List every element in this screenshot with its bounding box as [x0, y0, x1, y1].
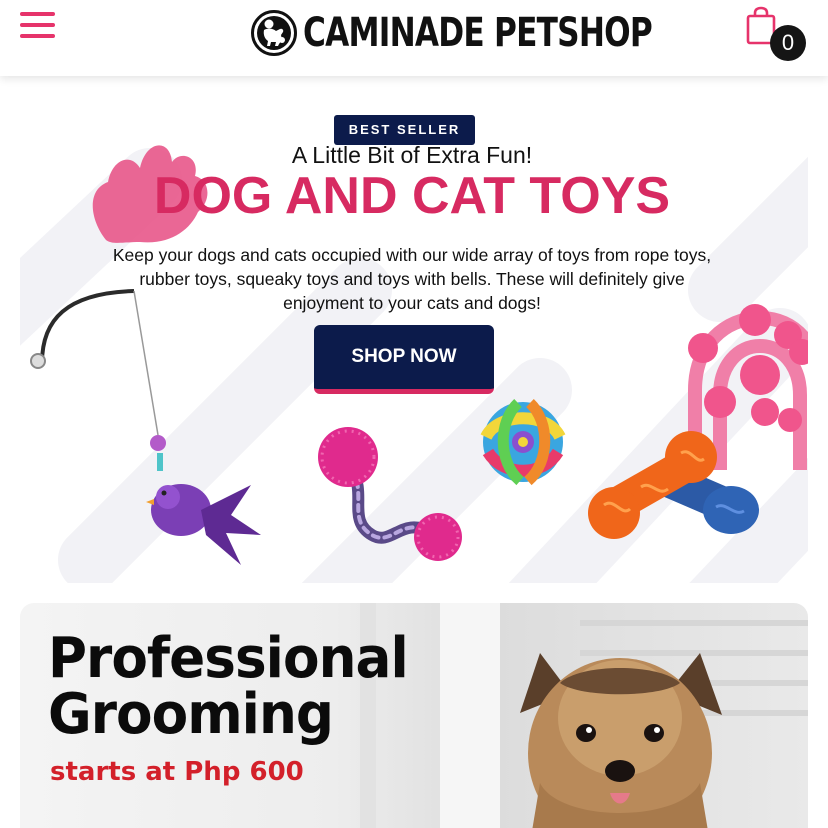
cart-count-badge: 0 [770, 25, 806, 61]
rubber-bone-toy-image [588, 431, 759, 539]
grooming-price: starts at Php 600 [50, 757, 304, 787]
rope-ball-toy-image [318, 427, 462, 561]
hero-subtitle: A Little Bit of Extra Fun! [291, 142, 533, 168]
cat-wand-toy-image [30, 289, 261, 565]
brand-name: CAMINADE PETSHOP [303, 10, 653, 56]
grooming-title: Professional Grooming [48, 626, 409, 747]
grooming-title-line2: Grooming [48, 682, 334, 747]
best-seller-badge: BEST SELLER [334, 115, 475, 145]
shop-now-button[interactable]: SHOP NOW [314, 325, 494, 394]
hamburger-menu-icon[interactable] [20, 12, 55, 40]
logo-icon [251, 10, 297, 56]
grooming-banner[interactable]: Professional Grooming starts at Php 600 [20, 603, 808, 828]
site-header: CAMINADE PETSHOP 0 [0, 0, 828, 76]
hero-title: DOG AND CAT TOYS [153, 167, 671, 225]
yorkie-dog-image [520, 653, 722, 828]
site-logo[interactable]: CAMINADE PETSHOP [251, 8, 750, 58]
rainbow-ball-toy-image [480, 399, 566, 486]
hero-banner: BEST SELLER A Little Bit of Extra Fun! D… [20, 90, 808, 583]
grooming-title-line1: Professional [48, 626, 409, 691]
cart-button[interactable]: 0 [744, 6, 808, 64]
